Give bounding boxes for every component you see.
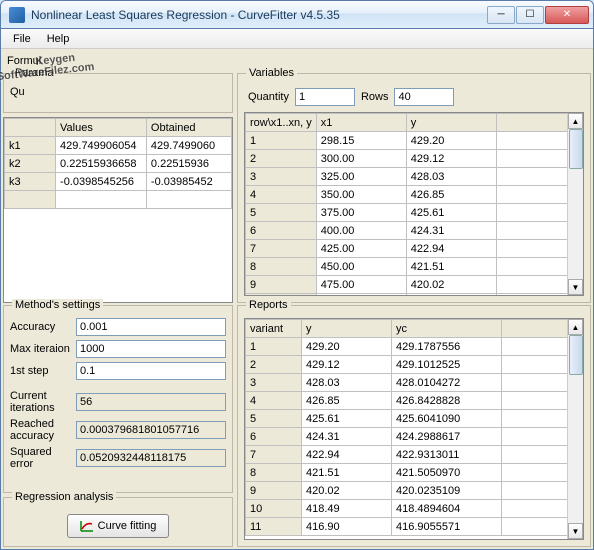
scroll-thumb[interactable]	[569, 129, 583, 169]
quantity-label: Quantity	[248, 91, 289, 103]
curve-fitting-button[interactable]: Curve fitting	[67, 514, 170, 538]
rows-label: Rows	[361, 91, 389, 103]
scroll-up-icon[interactable]: ▲	[568, 319, 583, 335]
params-table: Values Obtained k1429.749906054429.74990…	[4, 118, 232, 209]
titlebar[interactable]: Nonlinear Least Squares Regression - Cur…	[1, 1, 593, 29]
reports-scrollbar[interactable]: ▲ ▼	[567, 319, 583, 539]
rows-input[interactable]	[394, 88, 454, 106]
table-row: 3325.00428.03	[246, 168, 583, 186]
table-row: 5425.61425.6041090	[246, 410, 583, 428]
params-title: Parama	[12, 67, 57, 79]
table-row: 6424.31424.2988617	[246, 428, 583, 446]
table-row: 9475.00420.02	[246, 276, 583, 294]
minimize-button[interactable]: ─	[487, 6, 515, 24]
table-row: 2300.00429.12	[246, 150, 583, 168]
sqerr-output	[76, 449, 226, 467]
methods-title: Method's settings	[12, 299, 103, 311]
step-input[interactable]	[76, 362, 226, 380]
maxiter-label: Max iteraion	[10, 343, 76, 355]
table-row: 6400.00424.31	[246, 222, 583, 240]
formula-label: Formul	[7, 55, 41, 67]
table-row: k20.225159366580.22515936	[5, 155, 232, 173]
table-row: 11416.90416.9055571	[246, 518, 583, 536]
vars-header-x1: x1	[316, 114, 406, 132]
scroll-up-icon[interactable]: ▲	[568, 113, 583, 129]
params-header-values: Values	[56, 119, 147, 137]
menu-help[interactable]: Help	[39, 31, 78, 47]
maximize-button[interactable]: ☐	[516, 6, 544, 24]
reports-header-yc: yc	[392, 320, 502, 338]
reports-header-y: y	[302, 320, 392, 338]
chart-icon	[80, 520, 94, 532]
table-row: 3428.03428.0104272	[246, 374, 583, 392]
curve-fitting-label: Curve fitting	[98, 520, 157, 532]
vars-scrollbar[interactable]: ▲ ▼	[567, 113, 583, 295]
accuracy-label: Accuracy	[10, 321, 76, 333]
menu-file[interactable]: File	[5, 31, 39, 47]
table-row: 4426.85426.8428828	[246, 392, 583, 410]
close-button[interactable]: ✕	[545, 6, 589, 24]
vars-header-y: y	[406, 114, 496, 132]
table-row: 10500.00418.49	[246, 294, 583, 297]
table-row: 8450.00421.51	[246, 258, 583, 276]
quantity-input[interactable]	[295, 88, 355, 106]
reports-title: Reports	[246, 299, 291, 311]
params-header-obtained: Obtained	[146, 119, 231, 137]
variables-title: Variables	[246, 67, 297, 79]
curiter-label: Current iterations	[10, 390, 76, 414]
scroll-down-icon[interactable]: ▼	[568, 523, 583, 539]
reached-output	[76, 421, 226, 439]
variables-table: row\x1..xn, y x1 y 1298.15429.20 2300.00…	[245, 113, 583, 296]
table-row: 2429.12429.1012525	[246, 356, 583, 374]
table-row	[5, 191, 232, 209]
maxiter-input[interactable]	[76, 340, 226, 358]
curiter-output	[76, 393, 226, 411]
sqerr-label: Squared error	[10, 446, 76, 470]
scroll-thumb[interactable]	[569, 335, 583, 375]
table-row: k3-0.0398545256-0.03985452	[5, 173, 232, 191]
table-row: 5375.00425.61	[246, 204, 583, 222]
table-row: k1429.749906054429.7499060	[5, 137, 232, 155]
scroll-down-icon[interactable]: ▼	[568, 279, 583, 295]
accuracy-input[interactable]	[76, 318, 226, 336]
table-row: 1429.20429.1787556	[246, 338, 583, 356]
window-title: Nonlinear Least Squares Regression - Cur…	[31, 8, 487, 22]
table-row: 7425.00422.94	[246, 240, 583, 258]
table-row: 9420.02420.0235109	[246, 482, 583, 500]
table-row: 10418.49418.4894604	[246, 500, 583, 518]
table-row: 4350.00426.85	[246, 186, 583, 204]
regression-title: Regression analysis	[12, 491, 116, 503]
step-label: 1st step	[10, 365, 76, 377]
reports-header-variant: variant	[246, 320, 302, 338]
params-qty-label: Qu	[10, 86, 25, 98]
params-header-blank	[5, 119, 56, 137]
reports-table: variant y yc 1429.20429.1787556 2429.124…	[245, 319, 583, 536]
table-row: 8421.51421.5050970	[246, 464, 583, 482]
table-row: 1298.15429.20	[246, 132, 583, 150]
vars-header-row: row\x1..xn, y	[246, 114, 317, 132]
menubar: File Help	[1, 29, 593, 49]
table-row: 7422.94422.9313011	[246, 446, 583, 464]
reached-label: Reached accuracy	[10, 418, 76, 442]
app-icon	[9, 7, 25, 23]
